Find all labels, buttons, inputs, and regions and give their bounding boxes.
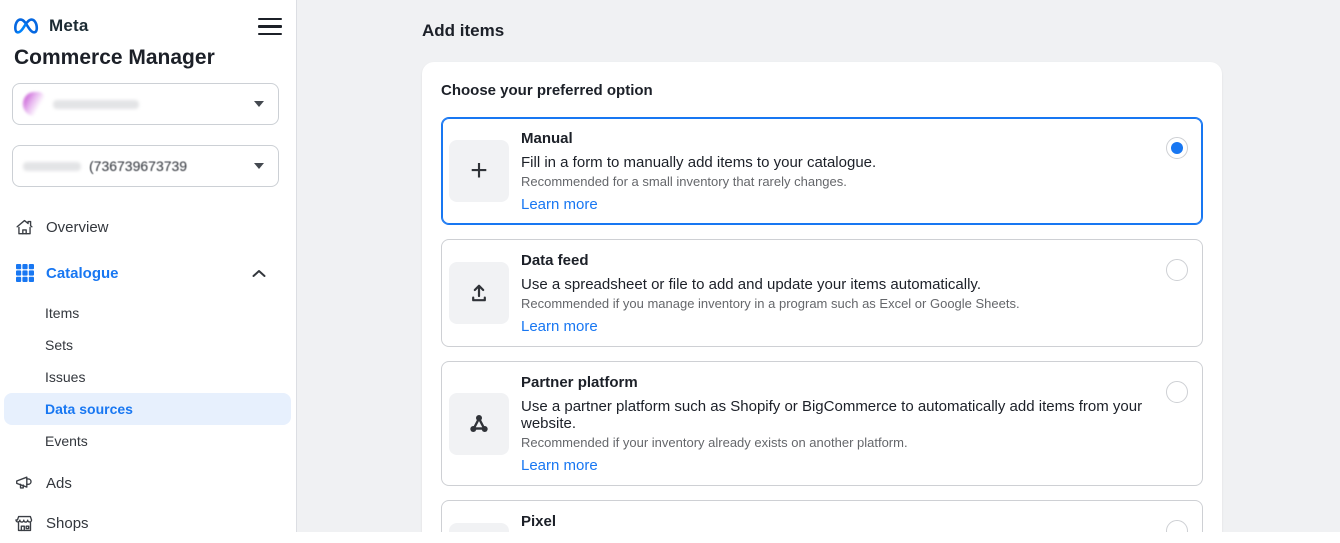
sidebar-item-issues[interactable]: Issues <box>4 361 291 393</box>
option-recommendation: Recommended for a small inventory that r… <box>521 174 1154 189</box>
learn-more-link[interactable]: Learn more <box>521 457 598 474</box>
option-pixel[interactable]: </> Pixel Use your Facebook pixel to aut… <box>441 500 1203 532</box>
sidebar-item-shops[interactable]: Shops <box>14 503 282 543</box>
option-partner-platform[interactable]: Partner platform Use a partner platform … <box>441 361 1203 486</box>
storefront-icon <box>14 513 35 534</box>
sidebar-item-ads[interactable]: Ads <box>14 463 282 503</box>
option-title: Data feed <box>521 252 1154 269</box>
megaphone-icon <box>14 473 35 494</box>
sidebar-item-label: Catalogue <box>46 265 119 282</box>
upload-icon <box>449 262 509 324</box>
catalogue-id: (736739673739 <box>89 158 187 174</box>
radio-manual[interactable] <box>1166 137 1188 159</box>
sidebar-item-events[interactable]: Events <box>4 425 291 457</box>
option-data-feed[interactable]: Data feed Use a spreadsheet or file to a… <box>441 239 1203 347</box>
radio-data-feed[interactable] <box>1166 259 1188 281</box>
sidebar-item-catalogue[interactable]: Catalogue <box>14 253 282 293</box>
meta-brand: Meta <box>14 16 89 36</box>
option-title: Manual <box>521 130 1154 147</box>
option-description: Use a spreadsheet or file to add and upd… <box>521 276 1154 293</box>
sidebar-item-overview[interactable]: Overview <box>14 207 282 247</box>
code-icon: </> <box>449 523 509 532</box>
sidebar-item-data-sources[interactable]: Data sources <box>4 393 291 425</box>
card-heading: Choose your preferred option <box>441 82 1203 99</box>
options-card: Choose your preferred option + Manual Fi… <box>422 62 1222 532</box>
option-description: Use a partner platform such as Shopify o… <box>521 398 1154 432</box>
option-recommendation: Recommended if you manage inventory in a… <box>521 296 1154 311</box>
catalogue-selector-dropdown[interactable]: (736739673739 <box>12 145 279 187</box>
grid-icon <box>14 263 35 284</box>
meta-infinity-icon <box>14 16 44 36</box>
main-content: Add items Choose your preferred option +… <box>297 0 1340 532</box>
sidebar-item-items[interactable]: Items <box>4 297 291 329</box>
option-title: Pixel <box>521 513 1154 530</box>
chevron-up-icon[interactable] <box>252 265 266 282</box>
chevron-down-icon <box>254 163 264 169</box>
sidebar-item-label: Overview <box>46 219 109 236</box>
catalogue-sub-list: Items Sets Issues Data sources Events <box>4 297 291 457</box>
option-description: Fill in a form to manually add items to … <box>521 154 1154 171</box>
page-title: Add items <box>422 0 1222 41</box>
learn-more-link[interactable]: Learn more <box>521 318 598 335</box>
radio-partner-platform[interactable] <box>1166 381 1188 403</box>
option-manual[interactable]: + Manual Fill in a form to manually add … <box>441 117 1203 225</box>
business-selector-dropdown[interactable] <box>12 83 279 125</box>
app-title: Commerce Manager <box>14 46 282 70</box>
hamburger-menu-icon[interactable] <box>258 17 282 35</box>
option-recommendation: Recommended if your inventory already ex… <box>521 435 1154 450</box>
redacted-business-name <box>53 100 139 109</box>
home-icon <box>14 217 35 238</box>
sidebar-item-label: Shops <box>46 515 89 532</box>
chevron-down-icon <box>254 101 264 107</box>
radio-pixel[interactable] <box>1166 520 1188 532</box>
sidebar-nav: Overview Catalogue Items Sets Issues Dat… <box>14 207 282 543</box>
learn-more-link[interactable]: Learn more <box>521 196 598 213</box>
redacted-catalogue-name <box>23 162 81 171</box>
brand-row: Meta <box>14 13 282 39</box>
sidebar: Meta Commerce Manager (736739673739 Over… <box>0 0 297 532</box>
plus-icon: + <box>449 140 509 202</box>
brand-name: Meta <box>49 16 89 36</box>
option-title: Partner platform <box>521 374 1154 391</box>
sidebar-item-label: Ads <box>46 475 72 492</box>
sidebar-item-sets[interactable]: Sets <box>4 329 291 361</box>
business-avatar <box>23 92 45 116</box>
share-nodes-icon <box>449 393 509 455</box>
